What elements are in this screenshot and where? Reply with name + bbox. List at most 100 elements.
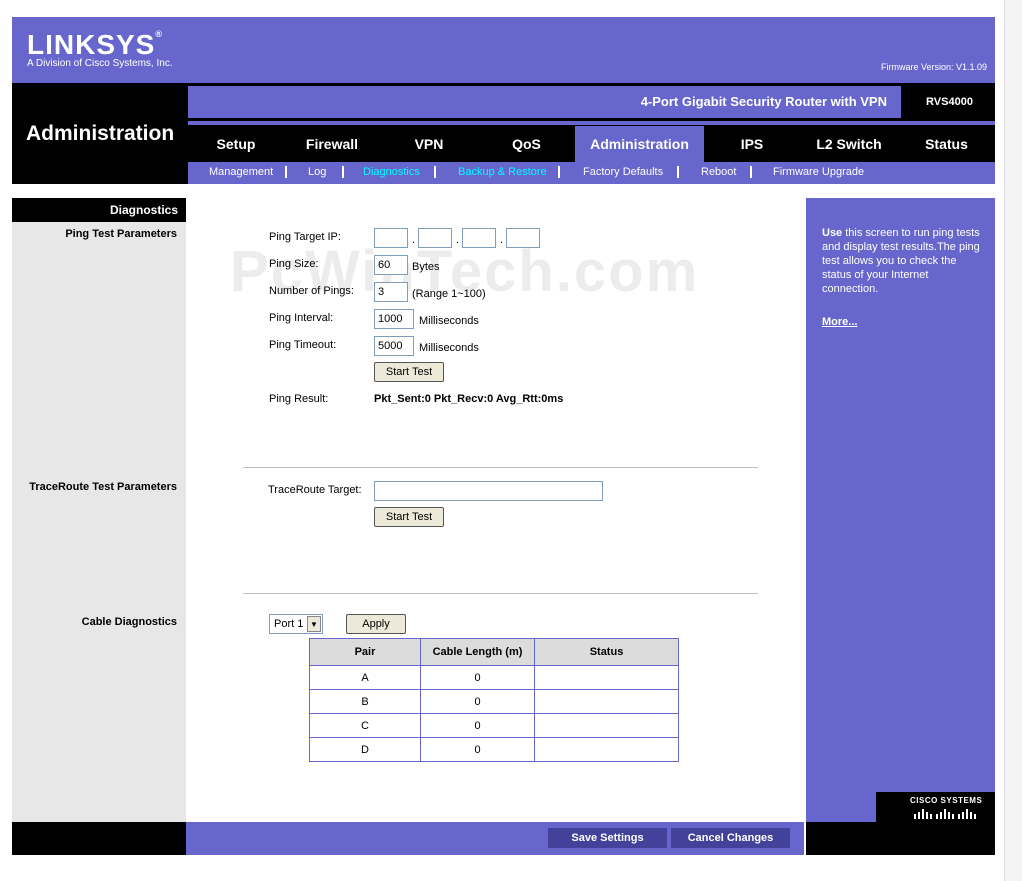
tab-qos[interactable]: QoS: [478, 126, 575, 162]
ping-size-label: Ping Size:: [269, 258, 319, 270]
pair-cell: A: [309, 665, 421, 690]
ping-timeout-input[interactable]: [374, 336, 414, 356]
column-header-pair: Pair: [309, 638, 421, 666]
ping-ip-octet-3[interactable]: [462, 228, 496, 248]
status-cell: [534, 665, 679, 690]
cable-diagnostics-table: Pair Cable Length (m) Status A 0 B 0 C 0…: [309, 638, 679, 762]
trace-target-label: TraceRoute Target:: [268, 484, 362, 496]
subtab-divider: [677, 166, 679, 178]
tab-vpn[interactable]: VPN: [380, 126, 478, 162]
subtab-log[interactable]: Log: [308, 166, 326, 178]
status-cell: [534, 689, 679, 714]
ping-interval-input[interactable]: [374, 309, 414, 329]
main-content: PcWinTech.com Ping Target IP: . . . Ping…: [186, 198, 804, 822]
footer-right: [806, 822, 995, 855]
logo-subtitle: A Division of Cisco Systems, Inc.: [27, 58, 173, 69]
save-settings-button[interactable]: Save Settings: [548, 828, 667, 848]
pair-cell: D: [309, 737, 421, 762]
trace-target-input[interactable]: [374, 481, 603, 501]
product-bar: 4-Port Gigabit Security Router with VPN: [188, 86, 901, 118]
sub-navigation: Management Log Diagnostics Backup & Rest…: [188, 162, 995, 184]
pair-cell: B: [309, 689, 421, 714]
subtab-divider: [750, 166, 752, 178]
subtab-reboot[interactable]: Reboot: [701, 166, 736, 178]
left-label-column: Ping Test Parameters TraceRoute Test Par…: [12, 198, 186, 822]
divider: [243, 467, 758, 468]
header-banner: LINKSYS® A Division of Cisco Systems, In…: [12, 17, 995, 83]
linksys-logo: LINKSYS®: [27, 29, 163, 60]
column-header-status: Status: [534, 638, 679, 666]
pair-cell: C: [309, 713, 421, 738]
ping-timeout-unit: Milliseconds: [419, 342, 479, 354]
cisco-logo: CISCO SYSTEMS: [876, 792, 995, 822]
ping-start-button[interactable]: Start Test: [374, 362, 444, 382]
model-name: RVS4000: [926, 96, 973, 108]
ip-dot: .: [456, 234, 460, 246]
ping-ip-octet-4[interactable]: [506, 228, 540, 248]
diagnostics-title: Diagnostics: [109, 203, 178, 217]
subtab-divider: [558, 166, 560, 178]
page-title: Administration: [26, 122, 175, 145]
column-header-length: Cable Length (m): [420, 638, 535, 666]
product-name: 4-Port Gigabit Security Router with VPN: [640, 94, 887, 109]
trace-start-button[interactable]: Start Test: [374, 507, 444, 527]
tab-status[interactable]: Status: [898, 126, 995, 162]
cisco-bridge-icon: [914, 809, 976, 819]
length-cell: 0: [420, 689, 535, 714]
subtab-divider: [342, 166, 344, 178]
table-header-row: Pair Cable Length (m) Status: [309, 638, 679, 666]
vertical-scrollbar[interactable]: [1004, 0, 1022, 881]
table-row: B 0: [309, 689, 679, 714]
length-cell: 0: [420, 665, 535, 690]
ping-ip-octet-2[interactable]: [418, 228, 452, 248]
status-cell: [534, 713, 679, 738]
footer-left: [12, 822, 186, 855]
cable-diag-label: Cable Diagnostics: [81, 616, 177, 628]
ping-ip-octet-1[interactable]: [374, 228, 408, 248]
ping-timeout-label: Ping Timeout:: [269, 339, 337, 351]
chevron-down-icon[interactable]: ▼: [307, 616, 321, 632]
subtab-backup-restore[interactable]: Backup & Restore: [458, 166, 547, 178]
subtab-diagnostics[interactable]: Diagnostics: [363, 166, 420, 178]
subtab-firmware-upgrade[interactable]: Firmware Upgrade: [773, 166, 864, 178]
ping-target-label: Ping Target IP:: [269, 231, 341, 243]
cable-apply-button[interactable]: Apply: [346, 614, 406, 634]
ping-count-input[interactable]: [374, 282, 408, 302]
tab-separator: [188, 121, 995, 125]
divider: [243, 593, 758, 594]
subtab-divider: [434, 166, 436, 178]
help-panel: Use this screen to run ping tests and di…: [806, 198, 995, 822]
ping-size-input[interactable]: [374, 255, 408, 275]
ping-result-label: Ping Result:: [269, 393, 329, 405]
cancel-changes-button[interactable]: Cancel Changes: [671, 828, 790, 848]
table-row: C 0: [309, 713, 679, 738]
subtab-factory-defaults[interactable]: Factory Defaults: [583, 166, 663, 178]
diagnostics-heading: Diagnostics: [12, 198, 186, 222]
port-select[interactable]: Port 1 ▼: [269, 614, 323, 634]
subtab-divider: [285, 166, 287, 178]
ping-count-range: (Range 1~100): [412, 288, 486, 300]
subtab-management[interactable]: Management: [209, 166, 273, 178]
table-row: D 0: [309, 737, 679, 762]
ping-interval-unit: Milliseconds: [419, 315, 479, 327]
router-admin-page: LINKSYS® A Division of Cisco Systems, In…: [0, 0, 1022, 881]
tab-firewall[interactable]: Firewall: [284, 126, 380, 162]
ip-dot: .: [500, 234, 504, 246]
tab-administration[interactable]: Administration: [575, 126, 704, 162]
ip-dot: .: [412, 234, 416, 246]
length-cell: 0: [420, 737, 535, 762]
cisco-logo-text: CISCO SYSTEMS: [910, 796, 983, 805]
status-cell: [534, 737, 679, 762]
tab-ips[interactable]: IPS: [704, 126, 800, 162]
firmware-version: Firmware Version: V1.1.09: [880, 62, 987, 72]
help-more-link[interactable]: More...: [822, 316, 857, 328]
port-select-value: Port 1: [274, 618, 304, 630]
length-cell: 0: [420, 713, 535, 738]
ping-size-unit: Bytes: [412, 261, 440, 273]
table-row: A 0: [309, 665, 679, 690]
ping-interval-label: Ping Interval:: [269, 312, 334, 324]
tab-setup[interactable]: Setup: [188, 126, 284, 162]
help-text: Use this screen to run ping tests and di…: [822, 227, 980, 295]
trace-params-label: TraceRoute Test Parameters: [29, 481, 177, 493]
tab-l2-switch[interactable]: L2 Switch: [800, 126, 898, 162]
